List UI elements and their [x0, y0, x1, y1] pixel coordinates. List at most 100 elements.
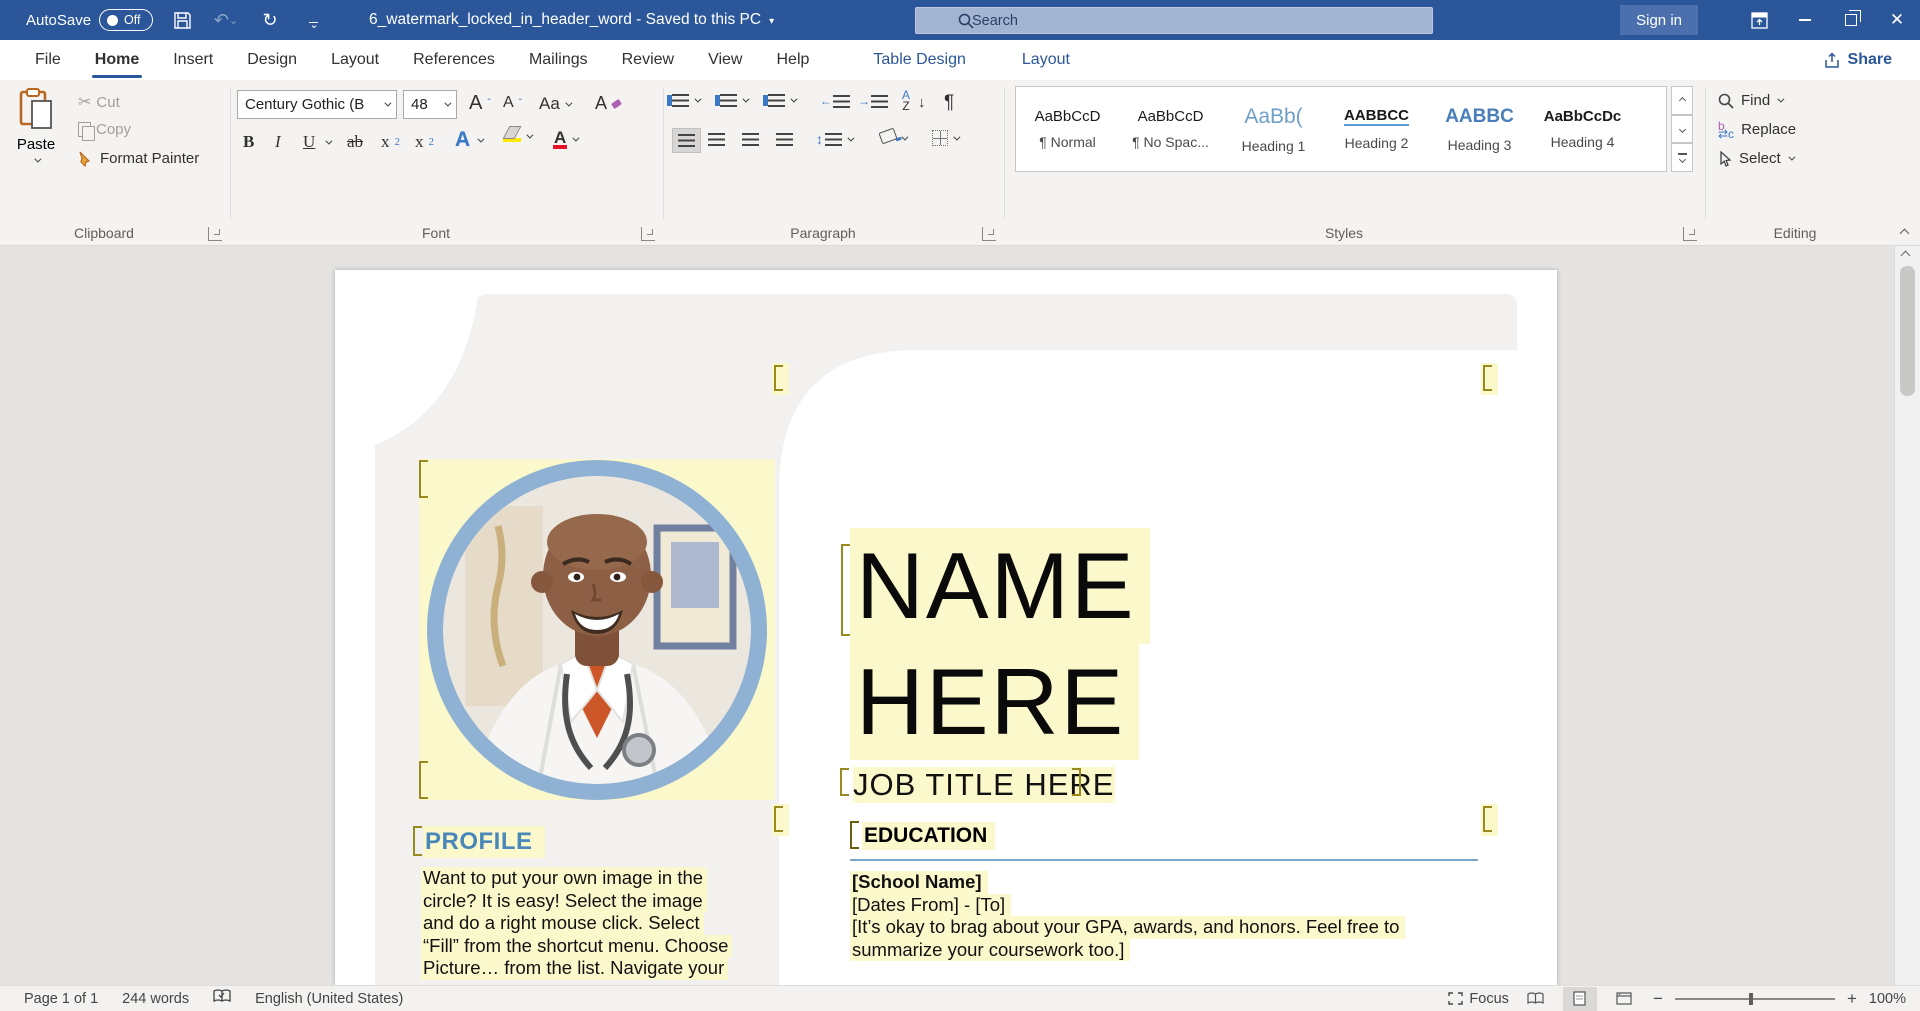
proofing-icon[interactable] — [213, 989, 231, 1008]
search-box[interactable] — [915, 7, 1433, 34]
zoom-in-button[interactable]: + — [1845, 989, 1859, 1009]
find-button[interactable]: Find — [1718, 92, 1782, 109]
style-normal[interactable]: AaBbCcD¶ Normal — [1016, 87, 1119, 171]
style-heading-3[interactable]: AABBCHeading 3 — [1428, 87, 1531, 171]
paste-button[interactable]: Paste — [10, 88, 62, 204]
styles-scroll-down-icon[interactable] — [1671, 115, 1693, 144]
scrollbar-thumb[interactable] — [1900, 266, 1915, 396]
word-count[interactable]: 244 words — [122, 991, 189, 1007]
strikethrough-button[interactable]: ab — [347, 132, 363, 152]
web-layout-button[interactable] — [1607, 987, 1641, 1011]
borders-button[interactable] — [932, 130, 958, 146]
change-case-button[interactable]: Aa — [539, 94, 570, 114]
page-indicator[interactable]: Page 1 of 1 — [24, 991, 98, 1007]
tab-table-design[interactable]: Table Design — [856, 40, 983, 80]
copy-button[interactable]: Copy — [78, 121, 131, 138]
font-dialog-launcher-icon[interactable] — [641, 227, 655, 241]
clipboard-dialog-launcher-icon[interactable] — [208, 227, 222, 241]
align-center-button[interactable] — [708, 133, 725, 146]
focus-button[interactable]: Focus — [1448, 991, 1509, 1007]
tab-design[interactable]: Design — [230, 40, 314, 80]
styles-more-icon[interactable] — [1671, 143, 1693, 172]
line-spacing-button[interactable]: ↕ — [816, 131, 852, 147]
save-icon[interactable] — [167, 5, 197, 35]
font-name-combo[interactable]: Century Gothic (B — [237, 90, 397, 119]
profile-body[interactable]: Want to put your own image in the circle… — [421, 867, 732, 980]
styles-dialog-launcher-icon[interactable] — [1683, 227, 1697, 241]
collapse-ribbon-icon[interactable] — [1900, 229, 1910, 239]
redo-icon[interactable]: ↻ — [255, 5, 285, 35]
tab-help[interactable]: Help — [759, 40, 826, 80]
document-page[interactable]: NAME HERE JOB TITLE HERE EDUCATION [Scho… — [335, 270, 1557, 985]
zoom-slider-handle[interactable] — [1749, 993, 1753, 1005]
document-title[interactable]: 6_watermark_locked_in_header_word - Save… — [369, 11, 774, 29]
paragraph-dialog-launcher-icon[interactable] — [982, 227, 996, 241]
undo-chevron-icon[interactable]: ⌄ — [229, 14, 238, 27]
content-control-marker[interactable] — [1481, 363, 1498, 395]
minimize-button[interactable] — [1782, 0, 1828, 40]
increase-indent-button[interactable]: → — [858, 94, 888, 108]
tab-review[interactable]: Review — [605, 40, 691, 80]
font-size-combo[interactable]: 48 — [403, 90, 457, 119]
align-left-button[interactable] — [672, 128, 701, 153]
undo-icon[interactable]: ↶⌄ — [211, 5, 241, 35]
ribbon-display-options-icon[interactable] — [1736, 0, 1782, 40]
style-heading-4[interactable]: AaBbCcDcHeading 4 — [1531, 87, 1634, 171]
profile-heading[interactable]: PROFILE — [423, 826, 545, 858]
close-button[interactable]: ✕ — [1874, 0, 1920, 40]
subscript-button[interactable]: x2 — [381, 132, 400, 152]
restore-button[interactable] — [1828, 0, 1874, 40]
style-heading-1[interactable]: AaBb(Heading 1 — [1222, 87, 1325, 171]
shading-button[interactable] — [880, 132, 906, 144]
content-control-marker[interactable] — [772, 804, 789, 836]
format-painter-button[interactable]: Format Painter — [78, 150, 199, 167]
search-input[interactable] — [972, 13, 1352, 29]
tab-layout-contextual[interactable]: Layout — [1005, 40, 1087, 80]
profile-photo[interactable] — [427, 460, 767, 800]
clear-formatting-button[interactable]: A — [595, 93, 621, 114]
highlight-color-button[interactable] — [503, 130, 531, 142]
show-formatting-button[interactable]: ¶ — [944, 92, 954, 114]
vertical-scrollbar[interactable] — [1894, 246, 1920, 985]
education-heading[interactable]: EDUCATION — [862, 822, 995, 850]
decrease-indent-button[interactable]: ← — [820, 94, 850, 108]
zoom-slider[interactable] — [1675, 998, 1835, 1000]
tab-home[interactable]: Home — [78, 40, 156, 80]
superscript-button[interactable]: x2 — [415, 132, 434, 152]
tab-references[interactable]: References — [396, 40, 512, 80]
share-button[interactable]: Share — [1814, 44, 1902, 76]
sign-in-button[interactable]: Sign in — [1620, 5, 1698, 35]
language-indicator[interactable]: English (United States) — [255, 991, 403, 1007]
name-heading[interactable]: NAME HERE — [850, 528, 1150, 760]
style-no-spacing[interactable]: AaBbCcD¶ No Spac... — [1119, 87, 1222, 171]
shrink-font-button[interactable]: Aˇ — [503, 94, 522, 112]
scroll-up-icon[interactable] — [1901, 251, 1911, 261]
zoom-out-button[interactable]: − — [1651, 989, 1665, 1009]
tab-layout[interactable]: Layout — [314, 40, 396, 80]
cut-button[interactable]: ✂Cut — [78, 92, 120, 112]
numbering-button[interactable] — [720, 94, 747, 107]
autosave-toggle[interactable]: AutoSave Off — [26, 9, 153, 31]
bold-button[interactable]: B — [243, 132, 254, 152]
zoom-level[interactable]: 100% — [1869, 991, 1906, 1007]
select-button[interactable]: Select — [1718, 150, 1793, 167]
multilevel-list-button[interactable] — [768, 94, 795, 107]
grow-font-button[interactable]: Aˆ — [469, 92, 491, 115]
italic-button[interactable]: I — [275, 132, 281, 152]
title-dropdown-icon[interactable]: ▾ — [769, 16, 774, 27]
tab-mailings[interactable]: Mailings — [512, 40, 605, 80]
document-canvas[interactable]: NAME HERE JOB TITLE HERE EDUCATION [Scho… — [0, 246, 1920, 985]
read-mode-button[interactable] — [1519, 987, 1553, 1011]
content-control-marker[interactable] — [772, 363, 789, 395]
align-right-button[interactable] — [742, 133, 759, 146]
tab-view[interactable]: View — [691, 40, 759, 80]
justify-button[interactable] — [776, 133, 793, 146]
tab-insert[interactable]: Insert — [156, 40, 230, 80]
tab-file[interactable]: File — [18, 40, 78, 80]
underline-dropdown-icon[interactable] — [325, 138, 332, 145]
styles-scroll-up-icon[interactable] — [1671, 86, 1693, 115]
paste-dropdown-icon[interactable] — [34, 156, 41, 163]
sort-button[interactable]: AZ — [902, 90, 910, 112]
bullets-button[interactable] — [672, 94, 699, 107]
replace-button[interactable]: b⇄c Replace — [1718, 121, 1796, 138]
